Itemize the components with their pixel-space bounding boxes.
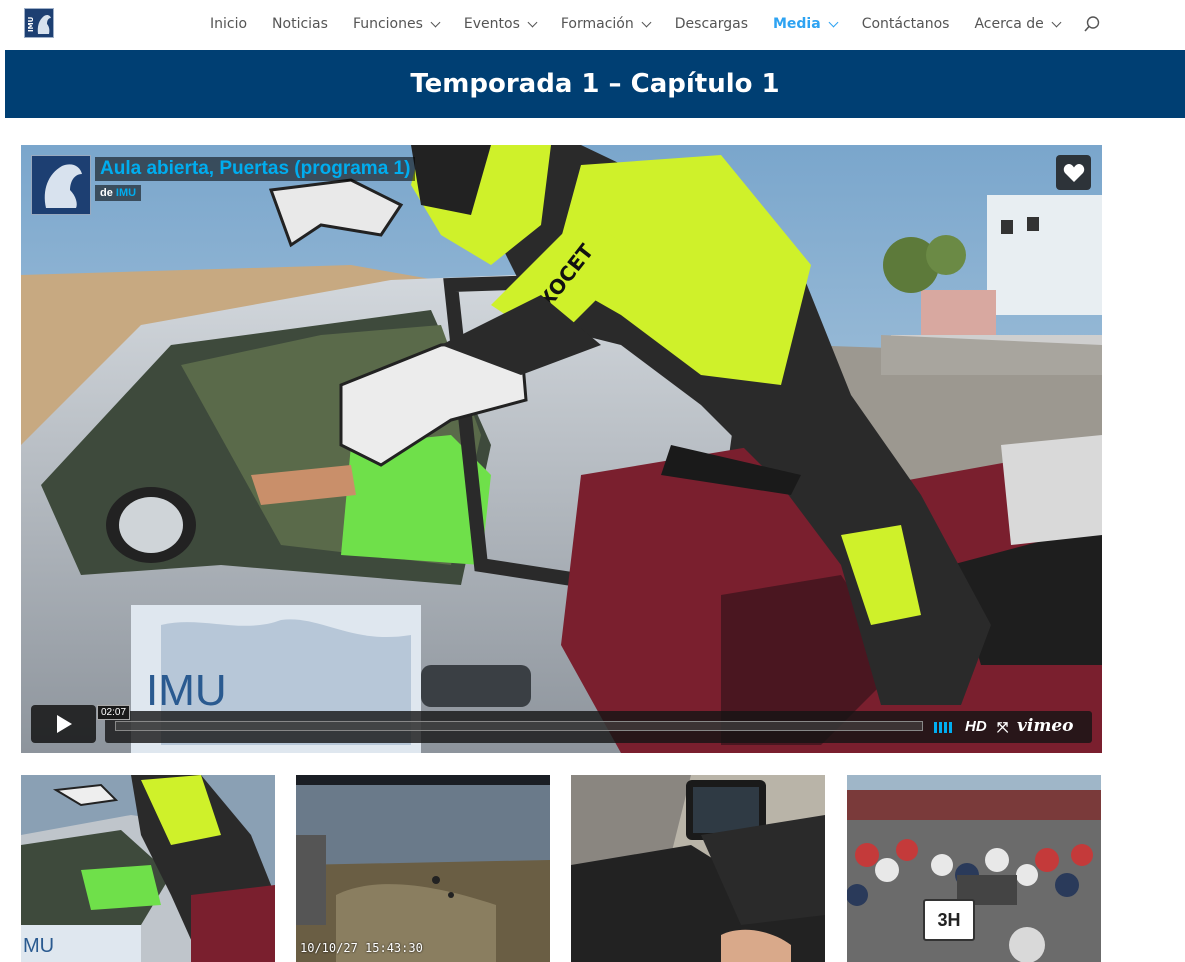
logo-text: IMU xyxy=(27,16,35,32)
author-avatar[interactable] xyxy=(31,155,91,215)
race-number-plate: 3H xyxy=(923,899,975,941)
car-imu-sticker: IMU xyxy=(146,666,227,715)
nav-label: Noticias xyxy=(272,16,328,32)
video-player[interactable]: IMU EXOCET Aula abierta, Puertas (progra… xyxy=(21,145,1102,753)
nav-item-inicio[interactable]: Inicio xyxy=(210,16,247,32)
hd-toggle[interactable]: HD xyxy=(965,718,987,735)
chevron-down-icon xyxy=(828,17,839,27)
thumbnail-image xyxy=(296,775,550,962)
site-logo[interactable]: IMU xyxy=(24,8,54,38)
video-thumbnail-2[interactable]: 10/10/27 15:43:30 xyxy=(296,775,550,962)
nav-label: Funciones xyxy=(352,16,423,32)
nav-label: Media xyxy=(772,16,821,32)
nav-item-formacion[interactable]: Formación xyxy=(560,16,652,32)
chevron-down-icon xyxy=(430,17,441,27)
video-duration: 02:07 xyxy=(97,705,131,720)
nav-item-media[interactable]: Media xyxy=(772,16,839,32)
nav-label: Formación xyxy=(560,16,634,32)
play-icon xyxy=(56,715,72,733)
play-button[interactable] xyxy=(31,705,96,743)
nav-item-contactanos[interactable]: Contáctanos xyxy=(862,16,950,32)
thumbnail-caption: MU xyxy=(23,935,55,957)
video-title-link[interactable]: Aula abierta, Puertas (programa 1) xyxy=(95,157,416,181)
nav-item-noticias[interactable]: Noticias xyxy=(272,16,328,32)
nav-item-acerca-de[interactable]: Acerca de xyxy=(974,16,1062,32)
chevron-down-icon xyxy=(641,17,652,27)
video-frame: IMU EXOCET xyxy=(21,145,1102,753)
byline-prefix: de xyxy=(100,187,113,199)
video-thumbnail-1[interactable]: MU xyxy=(21,775,275,962)
chevron-down-icon xyxy=(527,17,538,27)
chevron-down-icon xyxy=(1051,17,1062,27)
author-link[interactable]: IMU xyxy=(116,187,136,199)
nav-label: Descargas xyxy=(674,16,748,32)
heart-icon xyxy=(1063,163,1084,182)
video-progress-bar[interactable] xyxy=(115,721,923,731)
video-thumbnail-4[interactable]: 3H xyxy=(847,775,1101,962)
nav-item-descargas[interactable]: Descargas xyxy=(675,16,748,32)
search-icon[interactable] xyxy=(1083,15,1101,33)
volume-icon[interactable] xyxy=(934,721,958,733)
imu-logo-icon xyxy=(32,156,90,214)
fullscreen-icon[interactable]: ⤧ xyxy=(997,720,1008,736)
video-controls: HD ⤧ vimeo xyxy=(105,711,1092,743)
video-byline: de IMU xyxy=(95,185,142,201)
nav-item-eventos[interactable]: Eventos xyxy=(463,16,538,32)
logo-figure-icon xyxy=(37,14,51,34)
nav-label: Eventos xyxy=(463,16,520,32)
nav-label: Inicio xyxy=(210,16,248,32)
nav-item-funciones[interactable]: Funciones xyxy=(352,16,441,32)
vimeo-logo[interactable]: vimeo xyxy=(1017,716,1073,736)
like-button[interactable] xyxy=(1056,155,1091,190)
thumbnail-image xyxy=(21,775,275,962)
nav-label: Acerca de xyxy=(974,16,1044,32)
video-thumbnail-3[interactable] xyxy=(571,775,825,962)
site-header: IMU Inicio Noticias Funciones Eventos Fo… xyxy=(0,0,1185,48)
page-title-banner: Temporada 1 – Capítulo 1 xyxy=(5,50,1185,118)
page-title: Temporada 1 – Capítulo 1 xyxy=(410,69,780,99)
thumbnail-image xyxy=(571,775,825,962)
nav-label: Contáctanos xyxy=(861,16,950,32)
main-nav: Inicio Noticias Funciones Eventos Formac… xyxy=(210,14,1085,34)
dashcam-timestamp: 10/10/27 15:43:30 xyxy=(300,941,423,955)
